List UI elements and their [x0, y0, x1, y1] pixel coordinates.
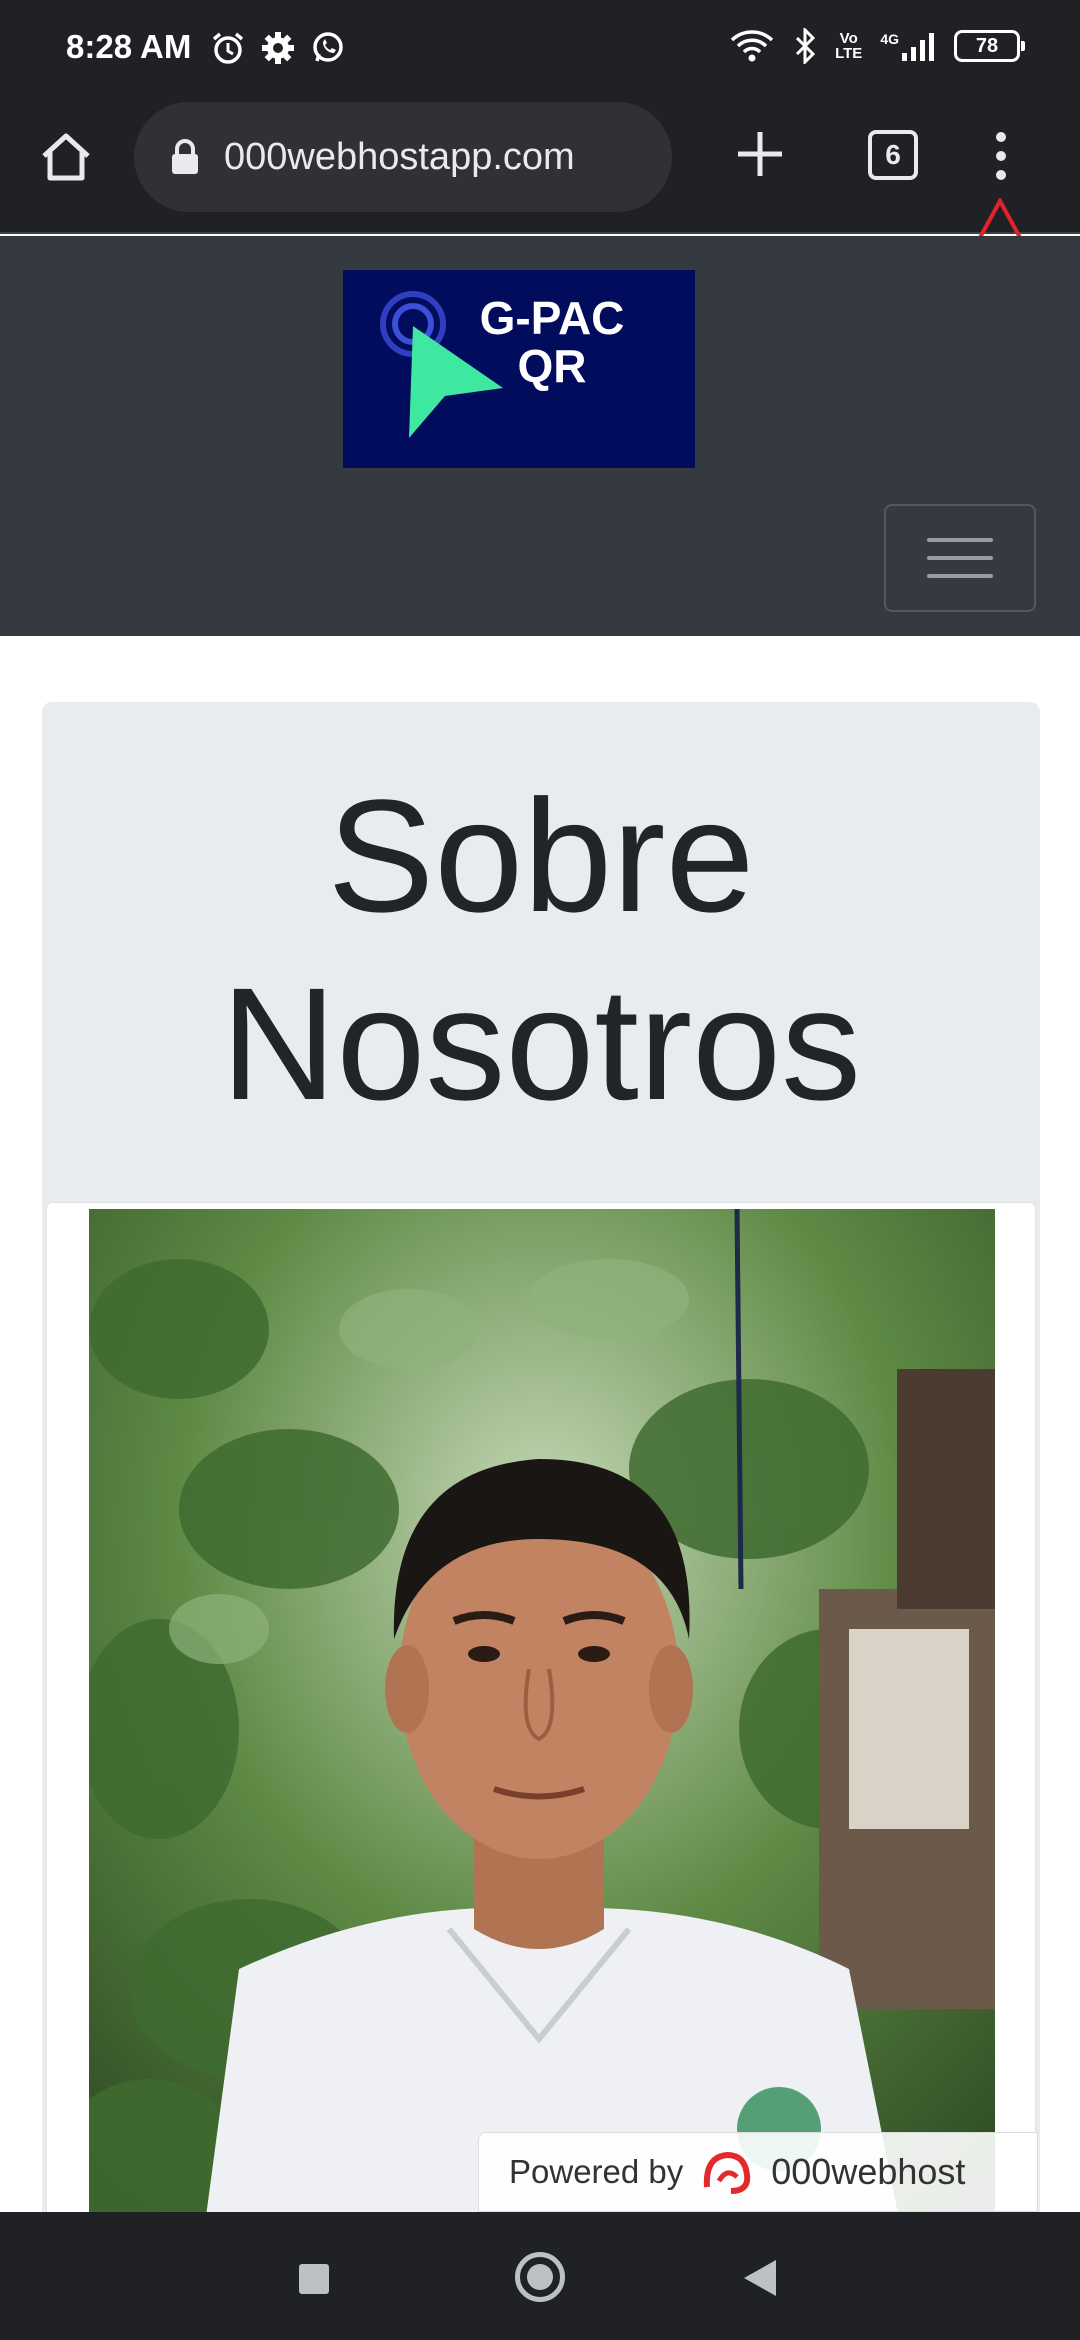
wifi-icon	[730, 30, 774, 62]
navbar-toggle-button[interactable]	[884, 504, 1036, 612]
powered-by-label: Powered by	[509, 2153, 684, 2190]
home-icon[interactable]	[36, 128, 96, 188]
dot	[996, 151, 1006, 161]
dot	[996, 170, 1006, 180]
logo-text: G-PAC QR	[479, 292, 625, 392]
site-navbar: G-PAC QR	[0, 236, 1080, 636]
back-icon[interactable]	[744, 2260, 776, 2296]
dot	[996, 132, 1006, 142]
url-text[interactable]: 000webhostapp.com	[224, 136, 575, 179]
signal-icon	[902, 33, 934, 61]
battery-icon: 78	[954, 30, 1025, 62]
recent-apps-icon[interactable]	[299, 2264, 329, 2294]
site-logo[interactable]: G-PAC QR	[343, 270, 695, 468]
bluetooth-icon	[796, 28, 816, 64]
browser-toolbar: 000webhostapp.com 6	[0, 100, 1080, 234]
status-right: Vo LTE 4G 78	[729, 28, 1025, 64]
page-title: Sobre Nosotros	[220, 766, 862, 1133]
tab-switcher-button[interactable]: 6	[868, 130, 918, 180]
profile-photo	[89, 1209, 995, 2269]
whatsapp-icon	[313, 32, 343, 62]
lock-icon[interactable]	[170, 139, 200, 175]
status-time: 8:28 AM	[66, 28, 192, 65]
hamburger-line	[927, 538, 993, 542]
volte-icon: Vo LTE	[835, 30, 863, 62]
system-nav-bar	[0, 2212, 1080, 2340]
plus-icon	[738, 132, 782, 176]
000webhost-logo-icon	[704, 2151, 751, 2194]
status-left-icons	[210, 30, 346, 66]
alarm-icon	[212, 32, 244, 64]
new-tab-button[interactable]	[728, 122, 792, 186]
status-bar: 8:28 AM Vo LTE 4G 78	[0, 0, 1080, 100]
gear-icon	[262, 32, 294, 64]
powered-by-brand: 000webhost	[771, 2151, 966, 2192]
about-section: Sobre Nosotros	[42, 702, 1040, 2340]
powered-by-badge[interactable]: Powered by 000webhost	[478, 2132, 1038, 2212]
more-menu-button[interactable]	[986, 126, 1016, 186]
network-type: 4G	[880, 31, 899, 47]
hamburger-line	[927, 556, 993, 560]
address-bar[interactable]: 000webhostapp.com	[134, 102, 672, 212]
hamburger-line	[927, 574, 993, 578]
home-nav-icon[interactable]	[515, 2252, 565, 2302]
